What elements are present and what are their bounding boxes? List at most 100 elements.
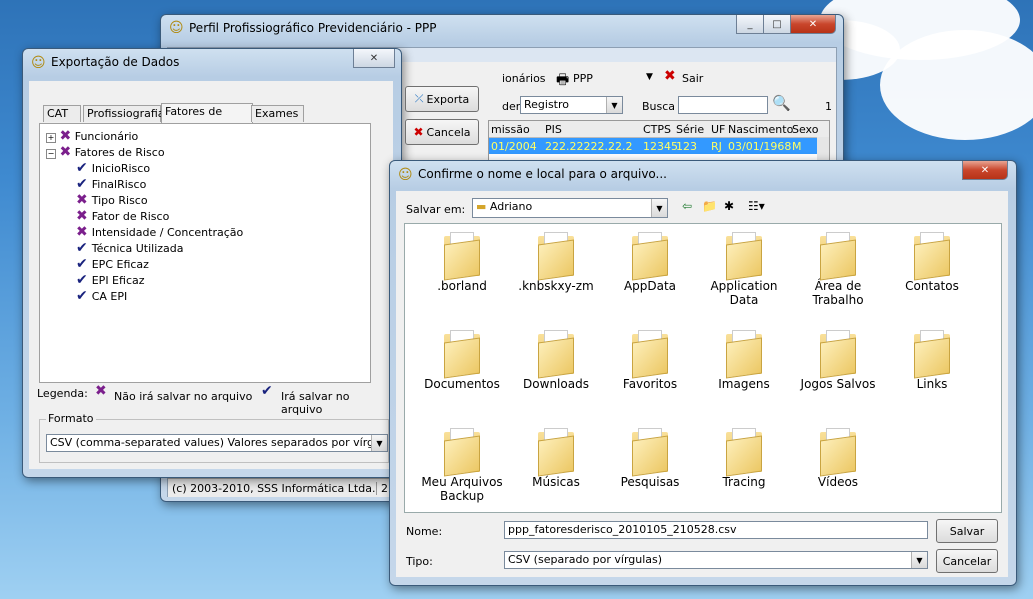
- dialog-title: Confirme o nome e local para o arquivo..…: [418, 167, 667, 181]
- folder-item[interactable]: .borland: [417, 232, 507, 293]
- folder-item[interactable]: .knbskxy-zm: [511, 232, 601, 293]
- folder-icon: [442, 330, 482, 379]
- tab-fatores-de-risco[interactable]: Fatores de Risco: [161, 103, 253, 134]
- dropdown-arrow-icon[interactable]: ▼: [646, 72, 653, 82]
- close-button[interactable]: ✕: [962, 161, 1008, 180]
- folder-label: Documentos: [424, 377, 500, 391]
- status-text: (c) 2003-2010, SSS Informática Ltda.: [172, 482, 376, 495]
- tipo-select[interactable]: CSV (separado por vírgulas) ▼: [504, 551, 928, 569]
- tree-node-fatores[interactable]: − ✖ Fatores de Risco: [46, 144, 165, 160]
- tree-node-child[interactable]: ✔ EPC Eficaz: [76, 256, 149, 272]
- nome-input[interactable]: ppp_fatoresderisco_2010105_210528.csv: [504, 521, 928, 539]
- new-folder-icon[interactable]: ✱: [724, 199, 734, 213]
- x-mark-icon: ✖: [95, 383, 107, 399]
- folder-item[interactable]: Tracing: [699, 428, 789, 489]
- folder-icon: [630, 232, 670, 281]
- col-header: PIS: [545, 123, 562, 136]
- tree-node-child[interactable]: ✔ InicioRisco: [76, 160, 150, 176]
- tree-node-child[interactable]: ✔ CA EPI: [76, 288, 127, 304]
- app-icon: ☺: [169, 20, 184, 36]
- folder-item[interactable]: Meu Arquivos Backup: [417, 428, 507, 503]
- check-mark-icon: ✔: [76, 240, 88, 256]
- chevron-down-icon: ▼: [371, 435, 387, 451]
- tree-node-child[interactable]: ✖ Tipo Risco: [76, 192, 148, 208]
- col-header: missão: [491, 123, 530, 136]
- folder-label: Favoritos: [622, 377, 678, 391]
- folder-item[interactable]: Músicas: [511, 428, 601, 489]
- folder-icon: [536, 232, 576, 281]
- check-mark-icon: ✔: [76, 160, 88, 176]
- close-button[interactable]: ✕: [353, 49, 395, 68]
- tab-exames[interactable]: Exames: [251, 105, 304, 122]
- folder-icon: [442, 232, 482, 281]
- printer-icon: 🖶: [556, 72, 570, 88]
- folder-item[interactable]: Área de Trabalho: [793, 232, 883, 307]
- tree-node-child[interactable]: ✖ Fator de Risco: [76, 208, 169, 224]
- salvar-em-select[interactable]: ▬ Adriano ▼: [472, 198, 668, 218]
- minimize-button[interactable]: _: [736, 15, 764, 34]
- folder-item[interactable]: Contatos: [887, 232, 977, 293]
- folder-label: .borland: [437, 279, 487, 293]
- formato-select[interactable]: CSV (comma-separated values) Valores sep…: [46, 434, 388, 452]
- expand-icon[interactable]: +: [46, 133, 56, 143]
- x-mark-icon: ✖: [59, 128, 72, 144]
- x-mark-icon: ✖: [76, 192, 88, 208]
- cancel-icon: ✖: [413, 125, 424, 139]
- folder-item[interactable]: Imagens: [699, 330, 789, 391]
- toolbar-ppp-button[interactable]: PPP: [573, 72, 593, 85]
- tree-node-child[interactable]: ✔ FinalRisco: [76, 176, 146, 192]
- save-dialog: ☺ Confirme o nome e local para o arquivo…: [389, 160, 1017, 586]
- tree-node-label: InicioRisco: [91, 162, 151, 175]
- folder-icon: [630, 330, 670, 379]
- cancelar-button[interactable]: Cancelar: [936, 549, 998, 573]
- back-icon[interactable]: ⇦: [682, 199, 692, 213]
- folder-label: Vídeos: [817, 475, 859, 489]
- grid-scrollbar[interactable]: [817, 137, 829, 161]
- folder-item[interactable]: Application Data: [699, 232, 789, 307]
- toolbar-funcionarios[interactable]: ionários: [502, 72, 546, 85]
- search-icon[interactable]: 🔍: [772, 94, 791, 112]
- busca-input[interactable]: [678, 96, 768, 114]
- close-button[interactable]: ✕: [790, 15, 836, 34]
- formato-group: Formato CSV (comma-separated values) Val…: [39, 412, 389, 463]
- col-header: UF: [711, 123, 726, 136]
- tree-node-child[interactable]: ✖ Intensidade / Concentração: [76, 224, 243, 240]
- folder-icon: [630, 428, 670, 477]
- tab-profissiografia[interactable]: Profissiografia: [83, 105, 165, 122]
- toolbar-sair-button[interactable]: Sair: [682, 72, 703, 85]
- salvar-button[interactable]: Salvar: [936, 519, 998, 543]
- folder-item[interactable]: Links: [887, 330, 977, 391]
- check-mark-icon: ✔: [76, 176, 88, 192]
- tab-cat[interactable]: CAT: [43, 105, 81, 122]
- folder-item[interactable]: Documentos: [417, 330, 507, 391]
- up-folder-icon[interactable]: 📁: [702, 199, 717, 213]
- view-menu-icon[interactable]: ☷▾: [748, 199, 765, 213]
- ordem-select[interactable]: Registro ▼: [520, 96, 623, 114]
- export-window: ☺ Exportação de Dados ✕ CAT Profissiogra…: [22, 48, 402, 478]
- tree-node-child[interactable]: ✔ EPI Eficaz: [76, 272, 145, 288]
- exporta-button[interactable]: ⤫ Exporta: [405, 86, 479, 112]
- folder-item[interactable]: Vídeos: [793, 428, 883, 489]
- collapse-icon[interactable]: −: [46, 149, 56, 159]
- folder-item[interactable]: AppData: [605, 232, 695, 293]
- salvar-em-label: Salvar em:: [406, 203, 466, 216]
- folder-item[interactable]: Pesquisas: [605, 428, 695, 489]
- folder-item[interactable]: Jogos Salvos: [793, 330, 883, 391]
- tree-node-funcionario[interactable]: + ✖ Funcionário: [46, 128, 138, 144]
- tree-node-label: EPC Eficaz: [91, 258, 149, 271]
- cancela-button[interactable]: ✖ Cancela: [405, 119, 479, 145]
- nome-label: Nome:: [406, 525, 443, 538]
- col-header: Nascimento: [728, 123, 794, 136]
- table-row[interactable]: 01/2004 222.22222.22.2 12345 123 RJ 03/0…: [489, 138, 817, 154]
- folder-item[interactable]: Downloads: [511, 330, 601, 391]
- folder-label: Pesquisas: [620, 475, 680, 489]
- folder-icon: [442, 428, 482, 477]
- folder-item[interactable]: Favoritos: [605, 330, 695, 391]
- maximize-button[interactable]: □: [763, 15, 791, 34]
- tree-node-child[interactable]: ✔ Técnica Utilizada: [76, 240, 183, 256]
- file-list: .borland .knbskxy-zm AppData Application Da…: [404, 223, 1002, 513]
- folder-icon: [818, 232, 858, 281]
- page-number: 1: [825, 100, 832, 113]
- legend-check-text: Irá salvar no arquivo: [281, 390, 350, 416]
- exit-icon: ✖: [664, 68, 676, 84]
